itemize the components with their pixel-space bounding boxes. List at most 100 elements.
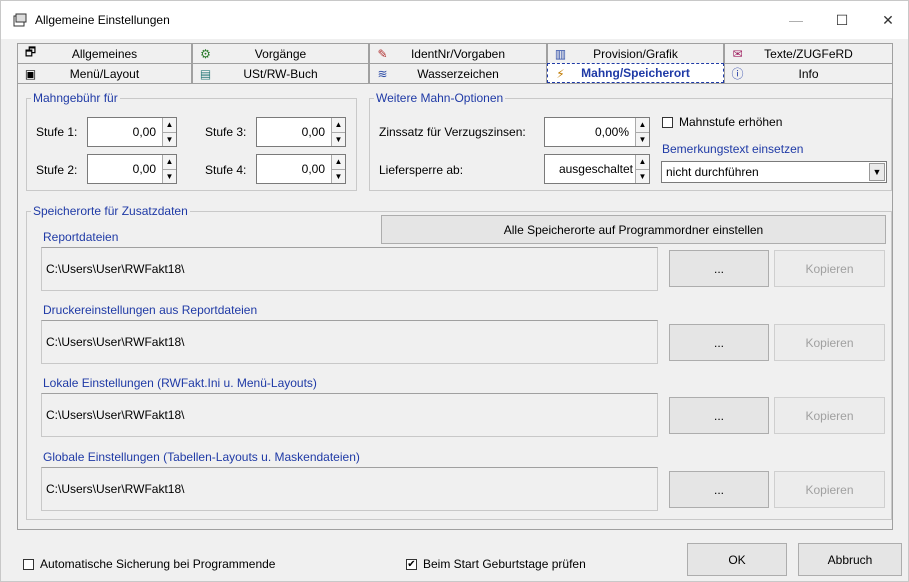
lokale-einstellungen-browse-button[interactable]: ... [669,397,769,434]
druckereinstellungen-copy-button[interactable]: Kopieren [774,324,885,361]
stufe4-label: Stufe 4: [205,163,247,177]
globale-einstellungen-browse-button[interactable]: ... [669,471,769,508]
info-icon: ⓘ [731,67,744,81]
book-icon: ▤ [199,66,212,81]
bemerkung-label: Bemerkungstext einsetzen [662,142,804,156]
ok-button[interactable]: OK [687,543,787,576]
settings-app-icon [13,13,27,27]
spin-up-icon[interactable]: ▲ [636,155,649,170]
stufe2-spinner[interactable]: ▲ ▼ [162,155,176,183]
mahnstufe-label: Mahnstufe erhöhen [679,115,783,129]
spin-down-icon[interactable]: ▼ [332,132,345,146]
tab-label: Info [798,66,819,81]
reportdateien-browse-button[interactable]: ... [669,250,769,287]
ident-icon: ✎ [377,46,388,61]
stufe3-input[interactable]: 0,00 ▲ ▼ [256,117,346,147]
maximize-button[interactable]: ☐ [819,1,865,39]
globale-einstellungen-path: C:\Users\User\RWFakt18\ [41,467,658,511]
auto-backup-checkbox[interactable]: Automatische Sicherung bei Programmende [23,557,275,571]
liefersperre-spinner[interactable]: ▲ ▼ [635,155,649,183]
stufe4-spinner[interactable]: ▲ ▼ [331,155,345,183]
close-button[interactable]: ✕ [865,1,909,39]
minimize-button[interactable]: — [773,1,819,39]
tab-row-1: 🗗 Allgemeines ⚙ Vorgänge ✎ IdentNr/Vorga… [17,43,893,63]
zinssatz-label: Zinssatz für Verzugszinsen: [379,125,526,139]
cancel-button[interactable]: Abbruch [798,543,902,576]
chart-icon: ▥ [554,46,567,61]
tab-label: IdentNr/Vorgaben [410,46,506,61]
spin-up-icon[interactable]: ▲ [636,118,649,133]
auto-backup-label: Automatische Sicherung bei Programmende [40,557,276,571]
birthdays-checkbox[interactable]: ✔ Beim Start Geburtstage prüfen [406,557,586,571]
lokale-einstellungen-path: C:\Users\User\RWFakt18\ [41,393,658,437]
stufe3-value: 0,00 [301,125,325,139]
liefersperre-value: ausgeschaltet [558,162,633,176]
spin-down-icon[interactable]: ▼ [332,169,345,183]
mahnoptionen-group: Weitere Mahn-Optionen Zinssatz für Verzu… [369,91,892,191]
tab-label: Wasserzeichen [417,66,499,81]
stufe2-value: 0,00 [132,162,156,176]
liefersperre-input[interactable]: ausgeschaltet ▲ ▼ [544,154,650,184]
globale-einstellungen-copy-button[interactable]: Kopieren [774,471,885,508]
stufe4-input[interactable]: 0,00 ▲ ▼ [256,154,346,184]
spin-up-icon[interactable]: ▲ [163,118,176,133]
reportdateien-path: C:\Users\User\RWFakt18\ [41,247,658,291]
zinssatz-value: 0,00% [594,125,629,139]
reportdateien-copy-button[interactable]: Kopieren [774,250,885,287]
tab-wasserzeichen[interactable]: ≋ Wasserzeichen [369,63,547,83]
watermark-icon: ≋ [377,66,388,81]
tab-ust-rw-buch[interactable]: ▤ USt/RW-Buch [192,63,369,83]
tab-allgemeines[interactable]: 🗗 Allgemeines [17,43,192,63]
zinssatz-input[interactable]: 0,00% ▲ ▼ [544,117,650,147]
spin-down-icon[interactable]: ▼ [636,169,649,183]
tab-panel: Mahngebühr für Stufe 1: 0,00 ▲ ▼ Stufe 2:… [17,83,893,530]
stufe3-label: Stufe 3: [205,125,247,139]
lokale-einstellungen-copy-button[interactable]: Kopieren [774,397,885,434]
tab-label: Mahng/Speicherort [581,66,690,80]
checkbox-box[interactable] [662,116,673,128]
spin-down-icon[interactable]: ▼ [163,132,176,146]
spin-down-icon[interactable]: ▼ [163,169,176,183]
mahnstufe-checkbox[interactable]: Mahnstufe erhöhen [662,115,782,129]
tab-label: USt/RW-Buch [243,66,318,81]
chevron-down-icon[interactable]: ▼ [869,163,885,181]
stufe1-value: 0,00 [132,125,156,139]
reportdateien-label: Reportdateien [43,230,119,244]
stufe3-spinner[interactable]: ▲ ▼ [331,118,345,146]
set-all-locations-button[interactable]: Alle Speicherorte auf Programmordner ein… [381,215,886,244]
tab-menue-layout[interactable]: ▣ Menü/Layout [17,63,192,83]
stufe1-spinner[interactable]: ▲ ▼ [162,118,176,146]
window-title: Allgemeine Einstellungen [35,13,170,27]
lokale-einstellungen-label: Lokale Einstellungen (RWFakt.Ini u. Menü… [43,376,317,390]
tab-identnr[interactable]: ✎ IdentNr/Vorgaben [369,43,547,63]
tab-vorgaenge[interactable]: ⚙ Vorgänge [192,43,369,63]
tab-label: Provision/Grafik [593,46,678,61]
globale-einstellungen-label: Globale Einstellungen (Tabellen-Layouts … [43,450,360,464]
checkmark-icon[interactable]: ✔ [406,558,417,570]
zinssatz-spinner[interactable]: ▲ ▼ [635,118,649,146]
mahngebuehr-group: Mahngebühr für Stufe 1: 0,00 ▲ ▼ Stufe 2:… [26,91,357,191]
spin-up-icon[interactable]: ▲ [332,118,345,133]
birthdays-label: Beim Start Geburtstage prüfen [423,557,586,571]
tab-provision-grafik[interactable]: ▥ Provision/Grafik [547,43,724,63]
stufe1-input[interactable]: 0,00 ▲ ▼ [87,117,177,147]
druckereinstellungen-path: C:\Users\User\RWFakt18\ [41,320,658,364]
settings-icon: 🗗 [24,45,37,59]
layout-icon: ▣ [24,66,37,81]
speicherorte-legend: Speicherorte für Zusatzdaten [31,204,190,218]
tab-row-2: ▣ Menü/Layout ▤ USt/RW-Buch ≋ Wasserzeic… [17,63,893,83]
spin-up-icon[interactable]: ▲ [163,155,176,170]
tab-texte-zugferd[interactable]: ✉ Texte/ZUGFeRD [724,43,893,63]
checkbox-box[interactable] [23,558,34,570]
tab-mahng-speicherort[interactable]: ⚡ Mahng/Speicherort [547,63,724,83]
druckereinstellungen-label: Druckereinstellungen aus Reportdateien [43,303,258,317]
stufe2-input[interactable]: 0,00 ▲ ▼ [87,154,177,184]
druckereinstellungen-browse-button[interactable]: ... [669,324,769,361]
spin-down-icon[interactable]: ▼ [636,132,649,146]
spin-up-icon[interactable]: ▲ [332,155,345,170]
bemerkung-select[interactable]: nicht durchführen ▼ [661,161,887,183]
stufe1-label: Stufe 1: [36,125,78,139]
tab-info[interactable]: ⓘ Info [724,63,893,83]
tab-label: Vorgänge [254,46,307,61]
process-icon: ⚙ [200,46,211,61]
